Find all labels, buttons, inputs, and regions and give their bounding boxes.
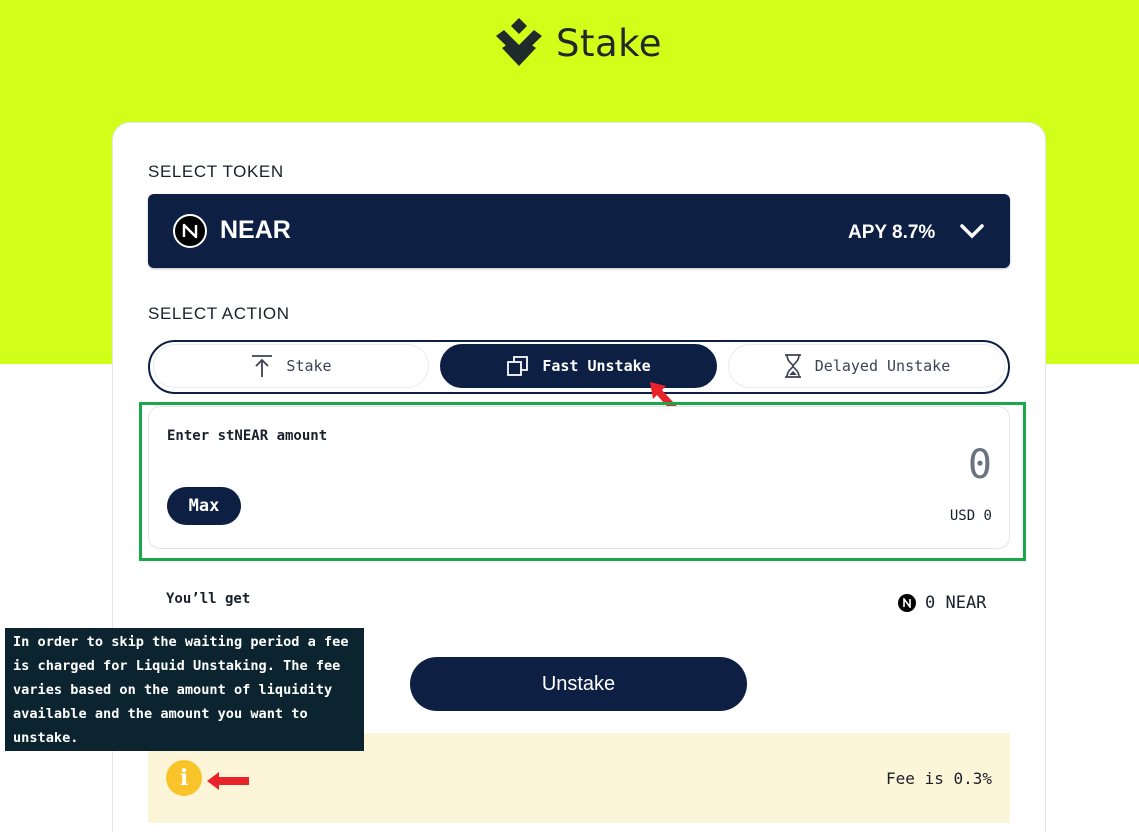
near-logo-icon <box>173 214 207 248</box>
hourglass-icon <box>784 354 801 378</box>
amount-input[interactable] <box>760 440 992 490</box>
stack-chevron-icon <box>496 18 542 66</box>
brand[interactable]: Stake <box>492 16 662 70</box>
you-get-label: You’ll get <box>166 591 251 607</box>
you-get-amount: 0 NEAR <box>925 593 987 613</box>
tab-stake-label: Stake <box>286 357 332 375</box>
select-action-label: SELECT ACTION <box>148 304 290 323</box>
tab-fast-unstake-label: Fast Unstake <box>542 357 651 375</box>
fee-tooltip: In order to skip the waiting period a fe… <box>5 628 364 751</box>
arrow-up-icon <box>252 355 273 377</box>
chevron-down-icon[interactable] <box>958 220 986 244</box>
usd-value: USD 0 <box>949 508 992 524</box>
near-small-icon <box>898 594 916 612</box>
tab-stake[interactable]: Stake <box>153 344 429 388</box>
info-icon[interactable]: i <box>166 760 202 796</box>
you-get-value: 0 NEAR <box>898 593 986 613</box>
fee-text: Fee is 0.3% <box>886 769 992 788</box>
max-button[interactable]: Max <box>167 487 241 525</box>
tab-delayed-unstake-label: Delayed Unstake <box>814 357 951 375</box>
selected-token-name: NEAR <box>220 216 291 244</box>
copy-squares-icon <box>507 356 529 376</box>
unstake-button[interactable]: Unstake <box>410 657 747 711</box>
apy-value: APY 8.7% <box>848 222 936 243</box>
select-token-label: SELECT TOKEN <box>148 162 284 181</box>
amount-label: Enter stNEAR amount <box>167 428 328 444</box>
tab-delayed-unstake[interactable]: Delayed Unstake <box>728 344 1005 388</box>
annotation-arrow-icon <box>207 772 249 790</box>
brand-name: Stake <box>556 21 663 65</box>
